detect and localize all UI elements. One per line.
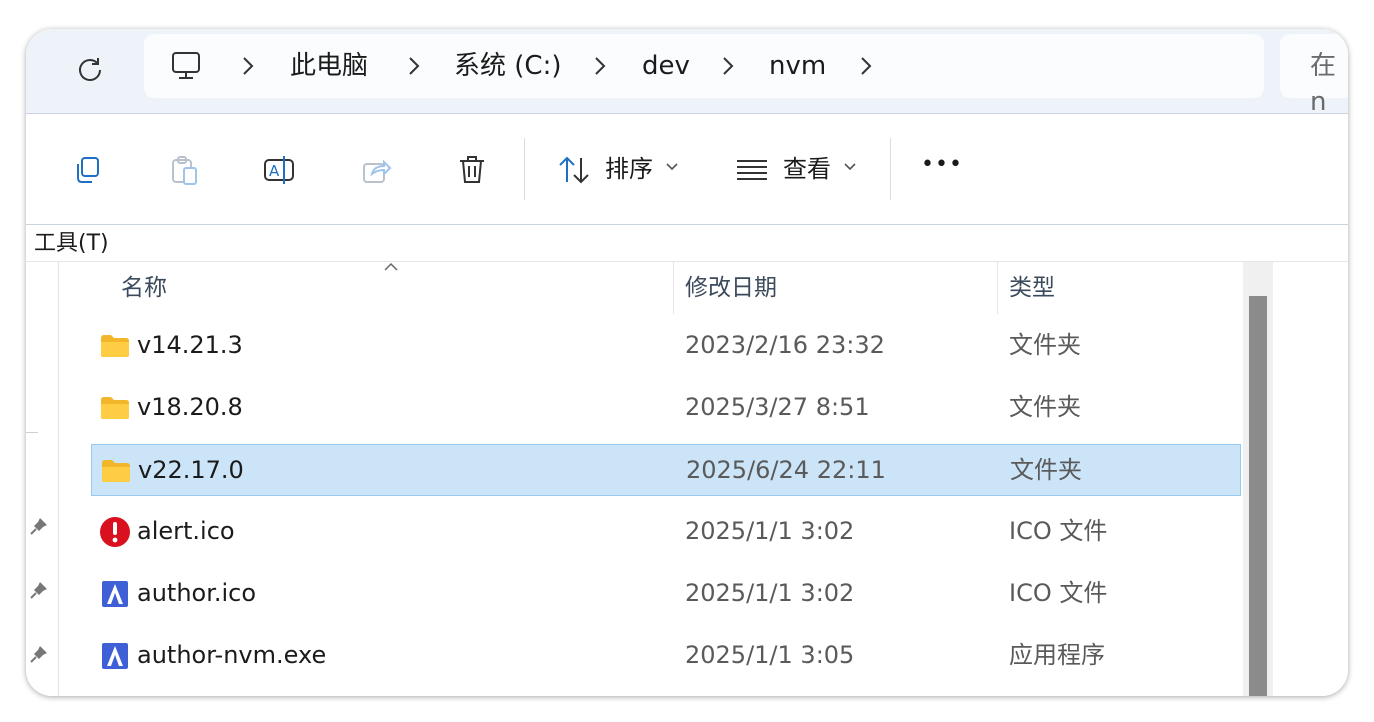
file-type: 文件夹 [1010,456,1082,484]
chevron-down-icon[interactable] [844,162,856,172]
pin-icon[interactable] [28,579,50,601]
scrollbar-thumb[interactable] [1249,296,1267,696]
file-type: ICO 文件 [1009,579,1108,607]
file-explorer-window: 此电脑 系统 (C:) dev nvm 在 n A 排序 查看 ••• 工具(T… [26,29,1348,696]
column-divider[interactable] [997,262,998,314]
rename-icon: A [264,156,294,184]
sort-button[interactable] [550,146,598,194]
command-toolbar: A 排序 查看 ••• [26,114,1348,225]
column-header-name[interactable]: 名称 [121,272,167,304]
toolbar-separator [890,138,891,200]
sort-label[interactable]: 排序 [605,152,653,186]
chevron-right-icon[interactable] [594,56,606,76]
file-row[interactable]: v18.20.8 2025/3/27 8:51 文件夹 [91,382,1241,434]
alert-icon [99,516,131,548]
author-icon [99,640,131,672]
file-row[interactable]: author.ico 2025/1/1 3:02 ICO 文件 [91,568,1241,620]
copy-button[interactable] [64,146,112,194]
svg-text:A: A [269,162,280,180]
menu-bar: 工具(T) [26,225,1348,262]
file-modified-date: 2025/1/1 3:02 [685,579,855,607]
column-header-modified[interactable]: 修改日期 [685,272,777,304]
breadcrumb[interactable]: 此电脑 系统 (C:) dev nvm [144,34,1264,98]
breadcrumb-item-system-c[interactable]: 系统 (C:) [454,48,561,84]
file-row[interactable]: author-nvm.exe 2025/1/1 3:05 应用程序 [91,630,1241,682]
chevron-right-icon[interactable] [408,56,420,76]
view-button[interactable] [728,146,776,194]
file-modified-date: 2025/3/27 8:51 [685,393,870,421]
this-pc-icon[interactable] [170,50,202,82]
more-options-button[interactable]: ••• [921,148,963,182]
search-input[interactable]: 在 n [1280,34,1348,117]
file-type: 文件夹 [1009,331,1081,359]
file-name[interactable]: author-nvm.exe [137,638,326,672]
file-row[interactable]: alert.ico 2025/1/1 3:02 ICO 文件 [91,506,1241,558]
sort-ascending-icon [384,262,398,271]
navigation-pane[interactable] [26,262,59,696]
column-divider[interactable] [673,262,674,314]
nav-divider [26,432,38,433]
column-header-type[interactable]: 类型 [1009,272,1055,304]
vertical-scrollbar[interactable] [1243,262,1273,696]
file-type: 应用程序 [1009,641,1105,669]
file-modified-date: 2025/6/24 22:11 [686,456,886,484]
share-button[interactable] [352,146,400,194]
column-header-row: 名称 修改日期 类型 [59,262,1273,314]
folder-icon [100,455,132,487]
file-row[interactable]: v14.21.3 2023/2/16 23:32 文件夹 [91,320,1241,372]
chevron-right-icon[interactable] [242,56,254,76]
menu-tools[interactable]: 工具(T) [34,229,109,259]
search-placeholder: 在 n [1310,51,1337,117]
breadcrumb-item-dev[interactable]: dev [642,48,690,84]
toolbar-separator [524,138,525,200]
refresh-button[interactable] [70,49,110,89]
breadcrumb-item-nvm[interactable]: nvm [769,48,826,84]
details-pane [1276,262,1348,696]
file-name[interactable]: alert.ico [137,514,235,548]
paste-button[interactable] [160,146,208,194]
pin-icon[interactable] [28,643,50,665]
copy-icon [77,157,99,183]
chevron-down-icon[interactable] [666,162,678,172]
rename-button[interactable]: A [256,146,304,194]
pin-icon[interactable] [28,515,50,537]
delete-icon [460,156,484,183]
file-type: ICO 文件 [1009,517,1108,545]
delete-button[interactable] [448,146,496,194]
file-row[interactable]: v22.17.0 2025/6/24 22:11 文件夹 [91,444,1241,496]
file-modified-date: 2025/1/1 3:05 [685,641,855,669]
file-name[interactable]: v18.20.8 [137,390,243,424]
file-name[interactable]: v22.17.0 [138,453,244,487]
refresh-icon [79,58,101,81]
chevron-right-icon[interactable] [860,56,872,76]
breadcrumb-item-this-pc[interactable]: 此电脑 [290,48,368,84]
share-icon [363,159,392,183]
file-type: 文件夹 [1009,393,1081,421]
file-name[interactable]: author.ico [137,576,256,610]
view-label[interactable]: 查看 [783,152,831,186]
file-modified-date: 2023/2/16 23:32 [685,331,885,359]
chevron-right-icon[interactable] [722,56,734,76]
view-list-icon [737,160,767,180]
folder-icon [99,330,131,362]
folder-icon [99,392,131,424]
file-modified-date: 2025/1/1 3:02 [685,517,855,545]
file-name[interactable]: v14.21.3 [137,328,243,362]
paste-icon [172,156,197,185]
sort-icon [559,156,589,184]
address-bar-area: 此电脑 系统 (C:) dev nvm 在 n [26,29,1348,117]
file-list: 名称 修改日期 类型 v14.21.3 2023/2/16 23:32 文件夹 v18… [59,262,1273,696]
author-icon [99,578,131,610]
